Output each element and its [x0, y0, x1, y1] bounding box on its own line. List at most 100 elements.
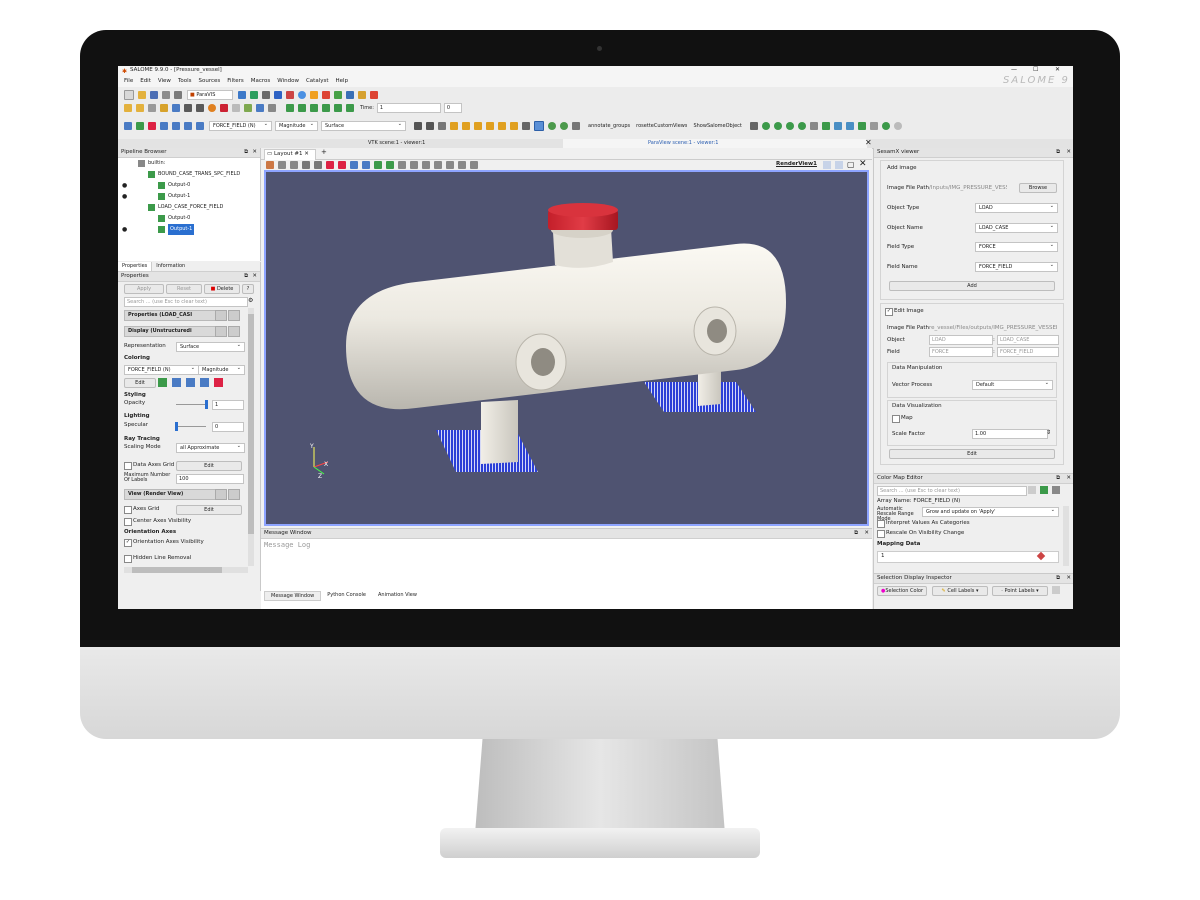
display-group-header[interactable]: Display (Unstructuredi: [124, 326, 217, 337]
float-message-icon[interactable]: ⧉: [854, 529, 858, 538]
data-axes-edit-button[interactable]: Edit: [176, 461, 242, 471]
edit-colormap-icon[interactable]: [136, 122, 144, 130]
render-view[interactable]: Y X Z: [264, 170, 869, 526]
rescale-visible-icon[interactable]: [184, 122, 192, 130]
rescale-custom-range-icon[interactable]: [172, 378, 181, 387]
delete-button[interactable]: ■ Delete: [204, 284, 240, 294]
maximize-button[interactable]: ☐: [1033, 66, 1038, 73]
undo-camera-icon[interactable]: [184, 103, 192, 112]
toggle-2d-icon[interactable]: [302, 161, 310, 169]
macro-button-rosettecustomviews[interactable]: rosetteCustomViews: [636, 123, 687, 129]
help-filter-icon[interactable]: [881, 122, 890, 130]
colormap-edit-button[interactable]: Edit: [124, 378, 156, 388]
menu-macros[interactable]: Macros: [251, 78, 271, 86]
select-frustum-cells-icon[interactable]: [350, 161, 358, 169]
scale-factor-spin-icon[interactable]: ⇕: [1046, 429, 1051, 436]
specular-input[interactable]: 0: [212, 422, 244, 432]
pick-center-icon[interactable]: [172, 103, 180, 112]
field-type-combo[interactable]: FORCE: [975, 241, 1058, 252]
pipeline-item[interactable]: ● Output-1: [118, 224, 258, 235]
extract-subset-icon[interactable]: [809, 122, 818, 130]
select-polygon-cells-icon[interactable]: [374, 161, 382, 169]
tab-information[interactable]: Information: [152, 262, 189, 271]
hover-cells-icon[interactable]: [434, 161, 442, 169]
render-view-label[interactable]: RenderView1: [776, 161, 817, 167]
colormap-scrollbar[interactable]: [1063, 506, 1069, 566]
copy-props-icon[interactable]: [215, 310, 227, 321]
colormap-restore-icon[interactable]: [1052, 486, 1060, 494]
reset-session-icon[interactable]: [208, 103, 216, 112]
module-geometry-icon[interactable]: [238, 90, 246, 99]
opacity-slider-track[interactable]: [176, 404, 206, 405]
copy-view-icon[interactable]: [215, 489, 227, 500]
message-tab-message-window[interactable]: Message Window: [264, 591, 322, 601]
scaling-mode-combo[interactable]: all Approximate: [176, 442, 245, 453]
clear-selection-icon[interactable]: [470, 161, 478, 169]
add-layout-icon[interactable]: +: [321, 148, 327, 156]
color-field-select[interactable]: FORCE_FIELD (N): [209, 120, 272, 131]
menu-file[interactable]: File: [124, 78, 133, 86]
properties-group-header[interactable]: Properties (LOAD_CASI: [124, 310, 217, 321]
star-icon[interactable]: [160, 103, 168, 112]
add-button[interactable]: Add: [889, 281, 1055, 291]
visibility-eye-icon[interactable]: ●: [122, 224, 127, 235]
interactive-select-points-icon[interactable]: [422, 161, 430, 169]
settings-icon[interactable]: [268, 103, 276, 112]
vtk-viewer-tab[interactable]: VTK scene:1 - viewer:1: [368, 140, 425, 146]
rescale-custom-icon[interactable]: [160, 122, 168, 130]
layout-tab[interactable]: ▭ Layout #1 ✕: [264, 149, 316, 160]
rescale-data-icon[interactable]: [196, 122, 204, 130]
view-neg-y-icon[interactable]: [486, 122, 494, 130]
select-frustum-points-icon[interactable]: [362, 161, 370, 169]
data-axes-grid-checkbox[interactable]: [124, 462, 132, 470]
object-name-combo[interactable]: LOAD_CASE: [975, 222, 1058, 233]
undo-icon[interactable]: [220, 103, 228, 112]
choose-preset-icon[interactable]: [214, 378, 223, 387]
menu-tools[interactable]: Tools: [178, 78, 192, 86]
hidden-line-checkbox[interactable]: [124, 555, 132, 563]
center-axes-checkbox[interactable]: [124, 518, 132, 526]
module-yacs-icon[interactable]: [286, 90, 294, 99]
browse-button[interactable]: Browse: [1019, 183, 1057, 193]
more-tools-icon[interactable]: [893, 122, 902, 130]
selection-color-button[interactable]: ●Selection Color: [877, 586, 927, 596]
representation-combo[interactable]: Surface: [176, 341, 245, 352]
close-colormap-icon[interactable]: ✕: [1066, 474, 1071, 483]
split-horizontal-icon[interactable]: [823, 161, 831, 169]
vector-process-combo[interactable]: Default: [972, 379, 1053, 390]
close-inspector-icon[interactable]: ✕: [1066, 574, 1071, 583]
color-legend-icon[interactable]: [124, 122, 132, 130]
properties-vscroll-thumb[interactable]: [248, 314, 254, 534]
menu-sources[interactable]: Sources: [199, 78, 221, 86]
message-log[interactable]: Message Log: [264, 541, 310, 549]
tab-properties[interactable]: Properties: [118, 262, 153, 271]
minimize-button[interactable]: —: [1011, 66, 1017, 73]
loop-icon[interactable]: [346, 103, 354, 112]
rescale-temporal-icon[interactable]: [172, 122, 180, 130]
extract-level-icon[interactable]: [869, 122, 878, 130]
capture-screenshot-icon[interactable]: [266, 161, 274, 169]
axes-grid-edit-button[interactable]: Edit: [176, 505, 242, 515]
camera-redo-icon[interactable]: [290, 161, 298, 169]
module-smesh-icon[interactable]: [262, 90, 270, 99]
menu-view[interactable]: View: [158, 78, 171, 86]
view-neg-x-icon[interactable]: [462, 122, 470, 130]
properties-search-input[interactable]: Search ... (use Esc to clear text): [124, 297, 248, 307]
paste-display-icon[interactable]: [228, 326, 240, 337]
view-pos-y-icon[interactable]: [474, 122, 482, 130]
scale-factor-input[interactable]: 1.00: [972, 429, 1048, 439]
coloring-component-combo[interactable]: Magnitude: [198, 364, 245, 375]
float-panel-icon[interactable]: ⧉: [244, 148, 248, 157]
reset-button[interactable]: Reset: [166, 284, 202, 294]
color-picker-icon[interactable]: [1036, 551, 1046, 561]
rescale-time-icon[interactable]: [186, 378, 195, 387]
zoom-box-icon[interactable]: [438, 122, 446, 130]
module-homard-icon[interactable]: [358, 90, 366, 99]
zoom-data-icon[interactable]: [426, 122, 434, 130]
apply-button[interactable]: Apply: [124, 284, 164, 294]
select-surface-cells-icon[interactable]: [326, 161, 334, 169]
spreadsheet-icon[interactable]: [256, 103, 264, 112]
float-sesamx-icon[interactable]: ⧉: [1056, 148, 1060, 157]
module-select[interactable]: ■ ParaVIS: [187, 89, 233, 100]
close-props-icon[interactable]: ✕: [252, 272, 257, 281]
